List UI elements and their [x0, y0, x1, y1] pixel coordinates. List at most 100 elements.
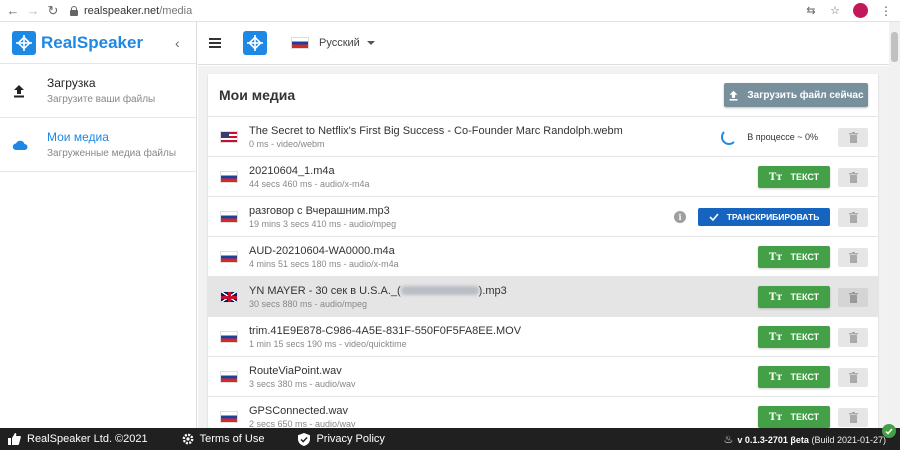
sidebar-item-upload[interactable]: Загрузка Загрузите ваши файлы — [0, 64, 196, 118]
media-file-name: RouteViaPoint.wav — [249, 364, 342, 377]
text-button[interactable]: Tт ТЕКСТ — [758, 246, 830, 268]
media-meta: 4 mins 51 secs 180 ms - audio/x-m4a — [249, 258, 399, 269]
sidebar-item-title: Загрузка — [47, 76, 96, 90]
profile-avatar[interactable] — [853, 3, 868, 18]
address-bar[interactable]: realspeaker.net/media — [84, 5, 192, 17]
media-mime: audio/mpeg — [320, 298, 368, 309]
text-button[interactable]: Tт ТЕКСТ — [758, 366, 830, 388]
media-file-name: YN MAYER - 30 сек в U.S.A._().mp3 — [249, 285, 507, 297]
build-info: (Build 2021-01-27) — [811, 435, 886, 445]
media-file-name: 20210604_1.m4a — [249, 164, 335, 177]
sidebar-item-subtitle: Загрузите ваши файлы — [47, 94, 156, 105]
media-row[interactable]: trim.41E9E878-C986-4A5E-831F-550F0F5FA8E… — [208, 317, 878, 357]
media-mime: audio/wav — [315, 378, 356, 389]
text-button[interactable]: Tт ТЕКСТ — [758, 406, 830, 428]
collapse-sidebar-icon[interactable]: ‹ — [175, 35, 180, 51]
page-scrollbar[interactable] — [889, 22, 900, 428]
media-row[interactable]: RouteViaPoint.wav 3 secs 380 ms - audio/… — [208, 357, 878, 397]
delete-button[interactable] — [838, 287, 868, 307]
delete-button[interactable] — [838, 367, 868, 387]
browser-menu-icon[interactable]: ⋮ — [880, 4, 892, 18]
thumbs-up-icon — [8, 433, 21, 445]
media-meta: 30 secs 880 ms - audio/mpeg — [249, 298, 368, 309]
redacted-text — [400, 286, 479, 296]
media-row[interactable]: YN MAYER - 30 сек в U.S.A._().mp3 30 sec… — [208, 277, 878, 317]
media-mime: audio/x-m4a — [320, 178, 370, 189]
info-icon[interactable]: i — [674, 211, 686, 223]
footer-copyright: RealSpeaker Ltd. ©2021 — [8, 433, 148, 445]
upload-now-button[interactable]: Загрузить файл сейчас — [724, 83, 868, 107]
forward-arrow-icon[interactable]: → — [26, 3, 40, 18]
star-icon[interactable]: ☆ — [829, 5, 841, 17]
version-tag: βeta — [790, 435, 809, 445]
russia-flag-icon — [220, 370, 238, 383]
sidebar-logo[interactable]: RealSpeaker — [0, 22, 196, 64]
media-duration: 3 secs 380 ms — [249, 378, 308, 389]
trash-icon — [848, 371, 858, 383]
text-button-label: ТЕКСТ — [790, 252, 820, 262]
trash-icon — [848, 291, 858, 303]
text-button-label: ТЕКСТ — [790, 372, 820, 382]
upload-icon — [729, 90, 738, 101]
text-format-icon: Tт — [768, 331, 783, 343]
text-button-label: ТЕКСТ — [790, 412, 820, 422]
media-row[interactable]: AUD-20210604-WA0000.m4a 4 mins 51 secs 1… — [208, 237, 878, 277]
language-selector[interactable]: Русский — [291, 37, 375, 49]
media-row[interactable]: GPSConnected.wav 2 secs 650 ms - audio/w… — [208, 397, 878, 428]
reload-icon[interactable]: ↻ — [46, 3, 60, 18]
trash-icon — [848, 411, 858, 423]
media-meta: 1 min 15 secs 190 ms - video/quicktime — [249, 338, 407, 349]
check-icon — [709, 213, 719, 221]
trash-icon — [848, 331, 858, 343]
cloud-icon — [12, 138, 28, 152]
back-arrow-icon[interactable]: ← — [6, 3, 20, 18]
russia-flag-icon — [220, 410, 238, 423]
shield-check-icon — [298, 432, 311, 446]
delete-button[interactable] — [838, 247, 868, 267]
delete-button[interactable] — [838, 167, 868, 187]
translate-icon[interactable]: ⇆ — [805, 5, 817, 17]
media-meta: 19 mins 3 secs 410 ms - audio/mpeg — [249, 218, 397, 229]
text-button-label: ТЕКСТ — [790, 332, 820, 342]
terms-text: Terms of Use — [199, 433, 265, 445]
loading-spinner-icon — [721, 129, 738, 145]
delete-button[interactable] — [838, 407, 868, 427]
realspeaker-logo-icon — [12, 30, 36, 55]
media-row[interactable]: 20210604_1.m4a 44 secs 460 ms - audio/x-… — [208, 157, 878, 197]
media-duration: 30 secs 880 ms — [249, 298, 313, 309]
media-file-name: The Secret to Netflix's First Big Succes… — [249, 124, 623, 137]
delete-button[interactable] — [838, 207, 868, 227]
media-mime: audio/wav — [315, 418, 356, 429]
media-row[interactable]: The Secret to Netflix's First Big Succes… — [208, 117, 878, 157]
media-duration: 19 mins 3 secs 410 ms — [249, 218, 342, 229]
text-format-icon: Tт — [768, 411, 783, 423]
text-button[interactable]: Tт ТЕКСТ — [758, 326, 830, 348]
media-row[interactable]: разговор с Вчерашним.mp3 19 mins 3 secs … — [208, 197, 878, 237]
scrollbar-thumb[interactable] — [891, 32, 898, 62]
media-mime: video/quicktime — [344, 338, 407, 349]
processing-status: В процессе ~ 0% — [721, 129, 818, 145]
gear-icon — [182, 433, 194, 445]
browser-toolbar: ← → ↻ realspeaker.net/media ⇆ ☆ ⋮ — [0, 0, 900, 22]
media-file-name: AUD-20210604-WA0000.m4a — [249, 244, 395, 257]
app-logo-icon[interactable] — [243, 31, 267, 55]
text-button[interactable]: Tт ТЕКСТ — [758, 166, 830, 188]
delete-button[interactable] — [838, 327, 868, 347]
menu-icon[interactable] — [209, 38, 221, 48]
text-button[interactable]: Tт ТЕКСТ — [758, 286, 830, 308]
privacy-link[interactable]: Privacy Policy — [298, 432, 385, 446]
trash-icon — [848, 171, 858, 183]
status-text: В процессе ~ 0% — [747, 132, 818, 142]
text-format-icon: Tт — [768, 171, 783, 183]
media-duration: 44 secs 460 ms — [249, 178, 313, 189]
media-duration: 4 mins 51 secs 180 ms — [249, 258, 342, 269]
terms-link[interactable]: Terms of Use — [182, 433, 265, 445]
text-button-label: ТЕКСТ — [790, 292, 820, 302]
transcribe-button[interactable]: ТРАНСКРИБИРОВАТЬ — [698, 208, 830, 226]
footer: RealSpeaker Ltd. ©2021 Terms of Use Priv… — [0, 424, 900, 450]
uk-flag-icon — [220, 290, 238, 303]
text-button-label: ТЕКСТ — [790, 172, 820, 182]
brand-name: RealSpeaker — [41, 32, 144, 52]
sidebar-item-my-media[interactable]: Мои медиа Загруженные медиа файлы — [0, 118, 196, 172]
delete-button[interactable] — [838, 127, 868, 147]
